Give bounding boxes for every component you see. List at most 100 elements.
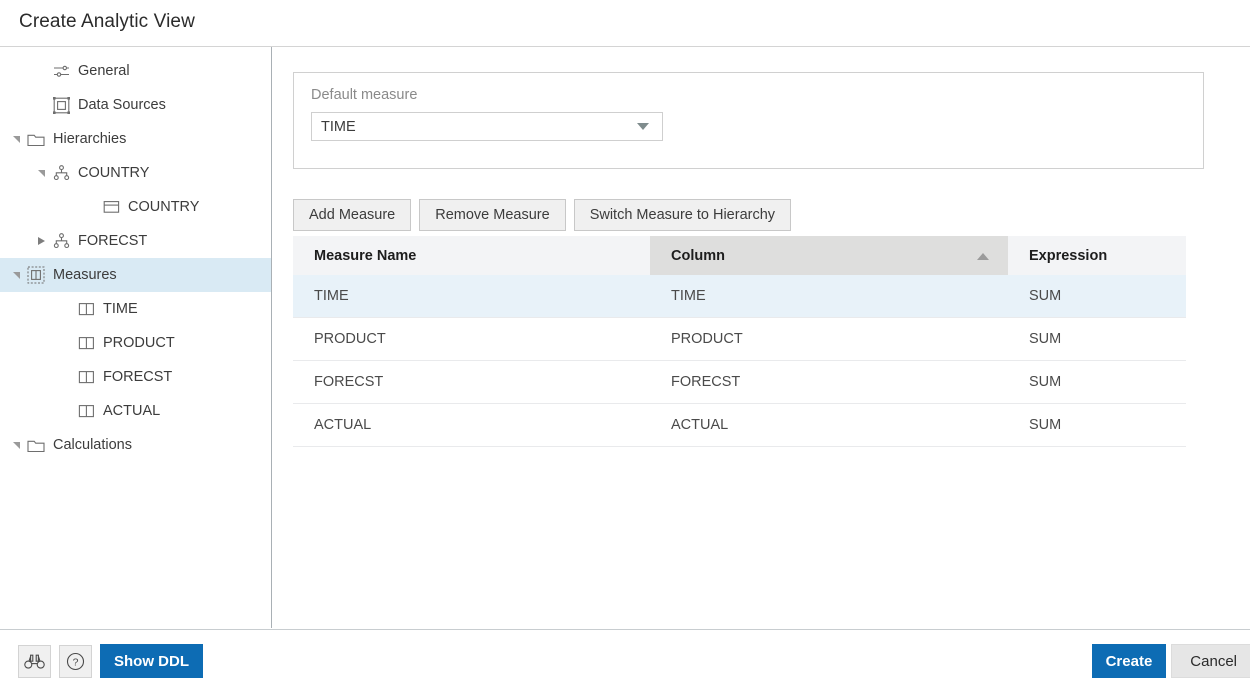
main-content: Default measure TIME Add Measure Remove … — [272, 47, 1250, 628]
sidebar-item-forecst[interactable]: FORECST — [0, 360, 271, 394]
default-measure-select[interactable]: TIME — [311, 112, 663, 141]
sidebar-item-label: Data Sources — [78, 98, 166, 113]
help-button[interactable]: ? — [59, 645, 92, 678]
sidebar-item-country[interactable]: COUNTRY — [0, 156, 271, 190]
measure-toolbar: Add Measure Remove Measure Switch Measur… — [293, 199, 791, 231]
column-header-column[interactable]: Column — [650, 236, 1008, 275]
data-source-icon — [51, 96, 71, 114]
chevron-expanded-icon[interactable] — [8, 437, 24, 453]
table-row[interactable]: ACTUALACTUALSUM — [293, 404, 1186, 447]
measure-icon — [76, 368, 96, 386]
default-measure-label: Default measure — [311, 87, 417, 103]
add-measure-button[interactable]: Add Measure — [293, 199, 411, 231]
tree-spacer — [58, 335, 74, 351]
cell-expression: SUM — [1008, 318, 1186, 360]
hierarchy-icon — [51, 232, 71, 250]
sidebar-item-product[interactable]: PRODUCT — [0, 326, 271, 360]
sidebar-item-measures[interactable]: Measures — [0, 258, 271, 292]
sidebar-item-country[interactable]: COUNTRY — [0, 190, 271, 224]
chevron-expanded-icon[interactable] — [33, 165, 49, 181]
sidebar-item-label: General — [78, 64, 130, 79]
measure-icon — [76, 334, 96, 352]
cancel-button[interactable]: Cancel — [1171, 644, 1250, 678]
tree-spacer — [58, 403, 74, 419]
cell-expression: SUM — [1008, 404, 1186, 446]
create-button[interactable]: Create — [1092, 644, 1167, 678]
dialog-footer: ? Show DDL Create Cancel — [0, 629, 1250, 695]
column-header-expression[interactable]: Expression — [1008, 236, 1186, 275]
measure-icon — [78, 302, 95, 317]
sidebar-item-label: COUNTRY — [78, 166, 149, 181]
sidebar-item-label: Hierarchies — [53, 132, 126, 147]
footer-left-actions: ? Show DDL — [18, 644, 203, 678]
measure-icon — [78, 404, 95, 419]
measure-icon — [78, 370, 95, 385]
preview-data-button[interactable] — [18, 645, 51, 678]
cell-measure-name: PRODUCT — [293, 318, 650, 360]
sidebar-item-label: Measures — [53, 268, 117, 283]
sidebar-item-label: Calculations — [53, 438, 132, 453]
sidebar-item-label: FORECST — [78, 234, 147, 249]
measure-icon — [78, 336, 95, 351]
sidebar-item-time[interactable]: TIME — [0, 292, 271, 326]
tree-spacer — [58, 369, 74, 385]
measures-icon — [26, 266, 46, 284]
help-circle-icon: ? — [66, 652, 85, 671]
sidebar-item-actual[interactable]: ACTUAL — [0, 394, 271, 428]
chevron-expanded-icon[interactable] — [8, 267, 24, 283]
sidebar-item-label: PRODUCT — [103, 336, 175, 351]
sort-ascending-icon — [977, 253, 989, 260]
measure-icon — [76, 402, 96, 420]
folder-icon — [26, 436, 46, 454]
tree-spacer — [33, 63, 49, 79]
remove-measure-button[interactable]: Remove Measure — [419, 199, 565, 231]
cell-expression: SUM — [1008, 361, 1186, 403]
analytic-view-tree: General Data Sources Hierarchies COUNTRY… — [0, 47, 271, 462]
sidebar-item-label: COUNTRY — [128, 200, 199, 215]
hierarchy-icon — [53, 233, 70, 249]
binoculars-icon — [24, 654, 45, 669]
table-row[interactable]: PRODUCTPRODUCTSUM — [293, 318, 1186, 361]
sidebar-item-forecst[interactable]: FORECST — [0, 224, 271, 258]
sidebar-item-data-sources[interactable]: Data Sources — [0, 88, 271, 122]
sidebar-item-label: ACTUAL — [103, 404, 160, 419]
chevron-collapsed-icon[interactable] — [33, 233, 49, 249]
navigation-sidebar: General Data Sources Hierarchies COUNTRY… — [0, 47, 272, 628]
measures-table: Measure Name Column Expression TIMETIMES… — [293, 236, 1186, 447]
sidebar-item-hierarchies[interactable]: Hierarchies — [0, 122, 271, 156]
create-analytic-view-dialog: Create Analytic View General Data Source… — [0, 0, 1250, 695]
sidebar-item-label: TIME — [103, 302, 138, 317]
folder-icon — [27, 132, 45, 147]
table-body: TIMETIMESUMPRODUCTPRODUCTSUMFORECSTFOREC… — [293, 275, 1186, 447]
tree-spacer — [58, 301, 74, 317]
hierarchy-icon — [51, 164, 71, 182]
level-icon — [103, 200, 120, 214]
dialog-titlebar: Create Analytic View — [0, 0, 1250, 47]
hierarchy-icon — [53, 165, 70, 181]
column-header-column-label: Column — [671, 248, 725, 264]
cell-measure-name: FORECST — [293, 361, 650, 403]
table-row[interactable]: TIMETIMESUM — [293, 275, 1186, 318]
default-measure-panel: Default measure TIME — [293, 72, 1204, 169]
measure-icon — [76, 300, 96, 318]
cell-measure-name: TIME — [293, 275, 650, 317]
cell-measure-name: ACTUAL — [293, 404, 650, 446]
page-title: Create Analytic View — [19, 11, 195, 33]
switch-measure-to-hierarchy-button[interactable]: Switch Measure to Hierarchy — [574, 199, 791, 231]
cell-column: TIME — [650, 275, 1008, 317]
measures-icon — [27, 266, 45, 284]
sidebar-item-calculations[interactable]: Calculations — [0, 428, 271, 462]
tree-spacer — [83, 199, 99, 215]
cell-column: PRODUCT — [650, 318, 1008, 360]
chevron-expanded-icon[interactable] — [8, 131, 24, 147]
sidebar-item-general[interactable]: General — [0, 54, 271, 88]
tree-spacer — [33, 97, 49, 113]
column-header-measure-name[interactable]: Measure Name — [293, 236, 650, 275]
cell-column: FORECST — [650, 361, 1008, 403]
default-measure-value: TIME — [312, 119, 637, 135]
table-row[interactable]: FORECSTFORECSTSUM — [293, 361, 1186, 404]
folder-icon — [26, 130, 46, 148]
svg-text:?: ? — [73, 656, 79, 668]
settings-sliders-icon — [53, 64, 70, 79]
show-ddl-button[interactable]: Show DDL — [100, 644, 203, 678]
